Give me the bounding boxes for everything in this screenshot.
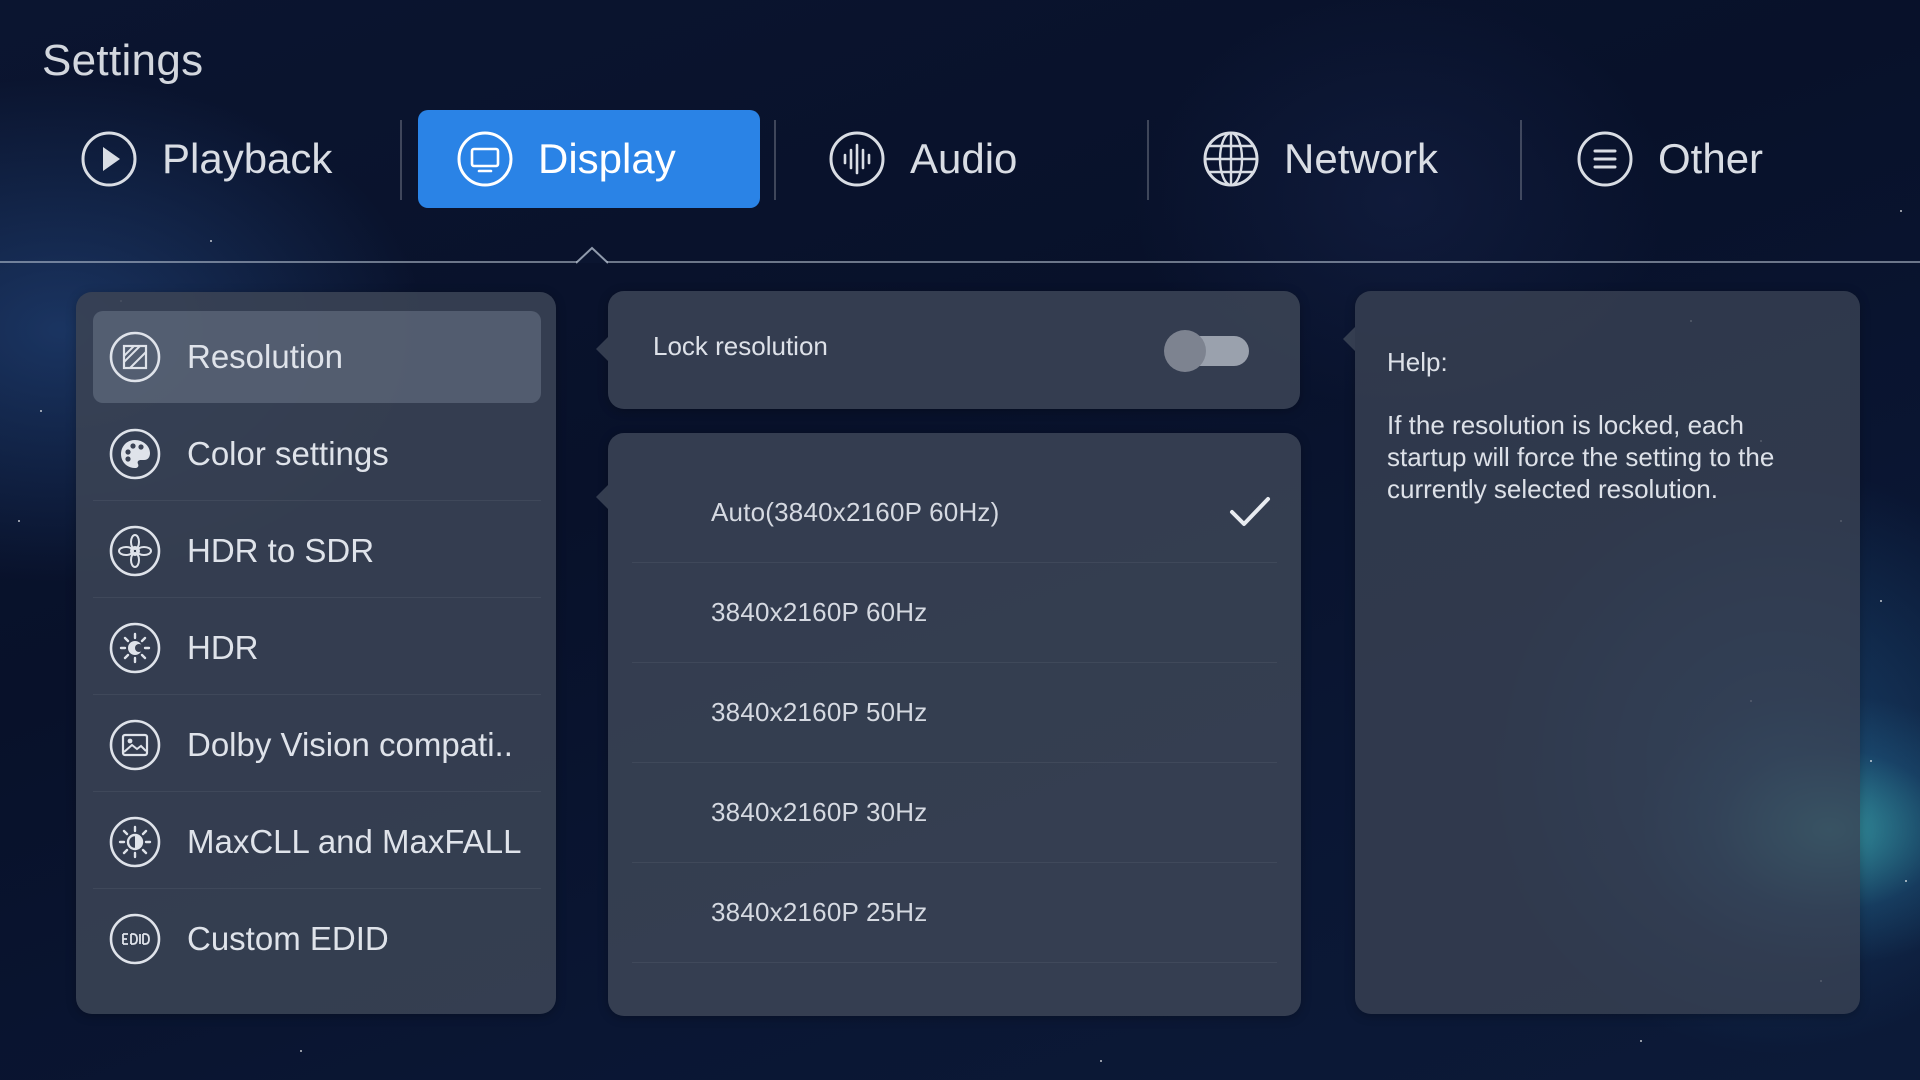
- option-label: 3840x2160P 25Hz: [711, 896, 928, 927]
- panel-notch: [596, 337, 608, 361]
- audio-waveform-icon: [828, 130, 886, 188]
- page-title: Settings: [42, 36, 204, 85]
- image-icon: [109, 719, 161, 771]
- tab-bar: Playback Display Audio Network Other: [0, 110, 1920, 210]
- help-text: If the resolution is locked, each startu…: [1387, 410, 1775, 504]
- checkmark-icon: [1230, 497, 1270, 526]
- menu-separator: [93, 888, 541, 889]
- tab-display[interactable]: Display: [418, 110, 760, 208]
- tab-label: Audio: [910, 135, 1018, 182]
- option-label: Auto(3840x2160P 60Hz): [711, 496, 1000, 527]
- resolution-option[interactable]: 3840x2160P 50Hz: [632, 662, 1277, 762]
- toggle-knob: [1164, 330, 1206, 372]
- option-separator: [632, 962, 1277, 963]
- tab-other[interactable]: Other: [1576, 110, 1896, 208]
- tab-separator: [1520, 120, 1522, 200]
- sidebar-item-resolution[interactable]: Resolution: [93, 311, 541, 403]
- help-title: Help:: [1387, 347, 1448, 377]
- tab-separator: [1147, 120, 1149, 200]
- menu-separator: [93, 694, 541, 695]
- sidebar-item-maxcll-maxfall[interactable]: MaxCLL and MaxFALL: [93, 796, 541, 888]
- monitor-icon: [456, 130, 514, 188]
- sidebar-menu: Resolution Color settings HDR to SDR HDR…: [76, 292, 556, 1014]
- sidebar-item-label: MaxCLL and MaxFALL: [187, 823, 522, 860]
- resolution-option[interactable]: 3840x2160P 25Hz: [632, 862, 1277, 962]
- sidebar-item-color-settings[interactable]: Color settings: [93, 408, 541, 500]
- tab-label: Network: [1284, 135, 1439, 182]
- tab-separator: [400, 120, 402, 200]
- menu-separator: [93, 791, 541, 792]
- sidebar-item-hdr-to-sdr[interactable]: HDR to SDR: [93, 505, 541, 597]
- play-circle-icon: [80, 130, 138, 188]
- option-label: 3840x2160P 30Hz: [711, 796, 928, 827]
- lock-resolution-label: Lock resolution: [653, 331, 828, 361]
- sidebar-item-label: HDR to SDR: [187, 532, 375, 569]
- sidebar-item-label: HDR: [187, 629, 259, 666]
- brightness-icon: [109, 816, 161, 868]
- option-label: 3840x2160P 50Hz: [711, 696, 928, 727]
- panel-notch: [1343, 327, 1355, 351]
- tab-audio[interactable]: Audio: [828, 110, 1148, 208]
- globe-icon: [1202, 130, 1260, 188]
- tab-label: Display: [538, 135, 676, 182]
- sidebar-item-hdr[interactable]: HDR: [93, 602, 541, 694]
- hdr-brightness-icon: [109, 622, 161, 674]
- sidebar-item-label: Custom EDID: [187, 920, 389, 957]
- tab-playback[interactable]: Playback: [80, 110, 400, 208]
- help-panel: Help: If the resolution is locked, each …: [1343, 291, 1860, 1014]
- tab-separator: [774, 120, 776, 200]
- resolution-option-auto[interactable]: Auto(3840x2160P 60Hz): [632, 462, 1277, 562]
- menu-separator: [93, 597, 541, 598]
- sidebar-item-custom-edid[interactable]: Custom EDID: [93, 893, 541, 985]
- sidebar-item-dolby-vision[interactable]: Dolby Vision compati..: [93, 699, 541, 791]
- resolution-icon: [109, 331, 161, 383]
- tab-label: Playback: [162, 135, 333, 182]
- lock-resolution-card: Lock resolution: [596, 291, 1300, 409]
- lock-resolution-toggle[interactable]: [1164, 329, 1251, 372]
- aperture-icon: [109, 525, 161, 577]
- resolution-option[interactable]: 3840x2160P 30Hz: [632, 762, 1277, 862]
- menu-separator: [93, 500, 541, 501]
- edid-icon: [109, 913, 161, 965]
- sidebar-item-label: Color settings: [187, 435, 389, 472]
- resolution-options-card: Auto(3840x2160P 60Hz) 3840x2160P 60Hz 38…: [596, 433, 1301, 1016]
- panel-notch: [596, 485, 608, 509]
- tab-network[interactable]: Network: [1202, 110, 1522, 208]
- sidebar-item-label: Resolution: [187, 338, 343, 375]
- palette-icon: [109, 428, 161, 480]
- tab-label: Other: [1658, 135, 1764, 182]
- tab-divider: [0, 261, 1920, 263]
- resolution-option[interactable]: 3840x2160P 60Hz: [632, 562, 1277, 662]
- menu-lines-icon: [1576, 130, 1634, 188]
- option-label: 3840x2160P 60Hz: [711, 596, 928, 627]
- active-tab-caret: [576, 246, 608, 264]
- sidebar-item-label: Dolby Vision compati..: [187, 726, 513, 763]
